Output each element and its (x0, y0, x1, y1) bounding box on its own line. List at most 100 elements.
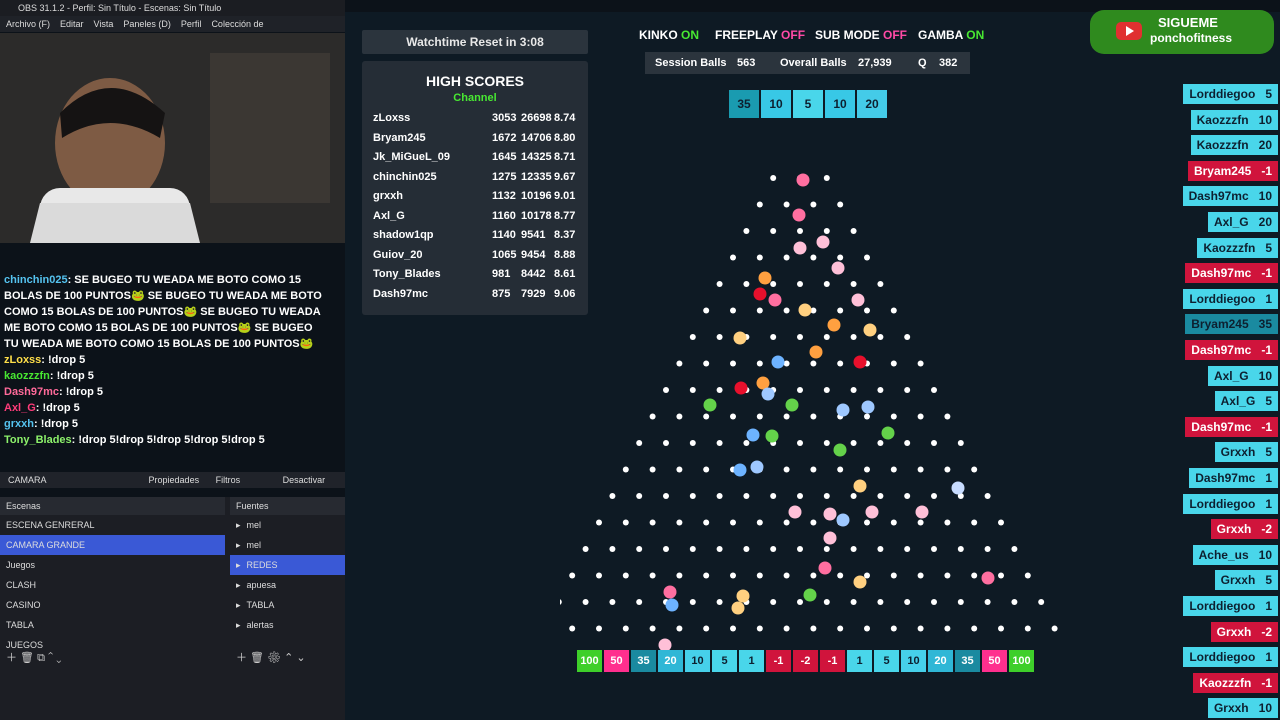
ball (796, 173, 810, 187)
peg (1024, 625, 1031, 632)
ball (736, 589, 750, 603)
feed-user: Kaozzzfn (1196, 112, 1249, 127)
scene-item[interactable]: TABLA (0, 615, 225, 635)
feed-user: Kaozzzfn (1196, 138, 1249, 153)
ball (853, 575, 867, 589)
queue-value: 382 (939, 57, 958, 69)
visibility-icon[interactable]: ▸ (236, 540, 241, 550)
peg (864, 254, 870, 261)
high-scores-panel: HIGH SCORES Channel zLoxss 3053 26698 8.74 B… (362, 61, 588, 315)
score-avg: 8.74 (554, 112, 576, 124)
peg (649, 625, 656, 632)
peg (716, 334, 723, 340)
peg (837, 201, 844, 208)
peg (703, 360, 710, 367)
feed-item: Kaozzzfn -1 (1193, 672, 1278, 693)
peg (890, 572, 897, 579)
menu-item[interactable]: Vista (94, 19, 114, 29)
peg (984, 546, 991, 552)
watchtime-banner: Watchtime Reset in 3:08 (362, 30, 588, 54)
filters-button[interactable]: Filtros (216, 475, 241, 485)
peg (676, 572, 683, 579)
peg (689, 334, 696, 340)
source-item[interactable]: ▸ TABLA (230, 595, 345, 615)
feed-item: Lorddiegoo 1 (1183, 493, 1278, 514)
visibility-icon[interactable]: ▸ (236, 520, 241, 530)
ball (665, 598, 679, 612)
feed-user: Dash97mc (1191, 419, 1252, 434)
ball (803, 588, 817, 602)
feed-item: Lorddiegoo 1 (1183, 647, 1278, 668)
peg (823, 387, 830, 393)
scene-item[interactable]: Juegos (0, 555, 225, 575)
ball (771, 355, 785, 369)
visibility-icon[interactable]: ▸ (236, 600, 241, 610)
deactivate-button[interactable]: Desactivar (283, 475, 326, 485)
peg (904, 387, 911, 393)
chat-message: chinchin025: SE BUGEO TU WEADA ME BOTO C… (0, 272, 330, 352)
properties-button[interactable]: Propiedades (149, 475, 200, 485)
sources-list: ▸ mel ▸ mel ▸ REDES ▸ apuesa ▸ TABLA ▸ alertas (230, 515, 345, 635)
scene-item[interactable]: ESCENA GENRERAL (0, 515, 225, 535)
peg (904, 493, 911, 499)
score-name: Tony_Blades (373, 268, 441, 280)
ball (750, 460, 764, 474)
source-item[interactable]: ▸ mel (230, 535, 345, 555)
source-item[interactable]: ▸ alertas (230, 615, 345, 635)
feed-item: Grxxh -2 (1210, 519, 1278, 540)
peg (944, 519, 951, 526)
peg (756, 519, 763, 526)
bottom-bin: 100 (577, 650, 602, 672)
menu-item[interactable]: Paneles (D) (123, 19, 171, 29)
menu-item[interactable]: Archivo (F) (6, 19, 50, 29)
feed-value: 1 (1265, 496, 1272, 511)
chat-username: Dash97mc (4, 386, 60, 398)
ball (658, 638, 672, 650)
peg (797, 599, 803, 605)
scene-item[interactable]: CLASH (0, 575, 225, 595)
peg (649, 519, 656, 526)
peg (931, 546, 937, 552)
visibility-icon[interactable]: ▸ (236, 580, 241, 590)
chat-text: : !drop 5 (35, 402, 80, 414)
session-balls-label: Session Balls (655, 57, 727, 69)
top-bin: 5 (793, 90, 823, 118)
feed-value: -1 (1261, 675, 1272, 690)
ball (761, 387, 775, 401)
peg (917, 360, 924, 367)
source-item[interactable]: ▸ mel (230, 515, 345, 535)
peg (716, 440, 723, 446)
peg (971, 466, 978, 473)
feed-value: 10 (1258, 701, 1272, 716)
source-label: apuesa (246, 580, 277, 590)
visibility-icon[interactable]: ▸ (236, 620, 241, 630)
score-balls: 26698 (521, 112, 552, 124)
peg (998, 625, 1004, 632)
top-bin: 10 (761, 90, 791, 118)
chat-message: Dash97mc: !drop 5 (0, 384, 330, 400)
visibility-icon[interactable]: ▸ (236, 560, 241, 570)
menu-item[interactable]: Editar (60, 19, 84, 29)
scene-item[interactable]: CASINO (0, 595, 225, 615)
peg (560, 599, 562, 605)
score-row: zLoxss 3053 26698 8.74 (373, 112, 578, 130)
peg (904, 599, 911, 605)
peg (756, 572, 763, 579)
ball (827, 318, 841, 332)
scene-item[interactable]: CAMARA GRANDE (0, 535, 225, 555)
chat-username: chinchin025 (4, 274, 68, 286)
source-item[interactable]: ▸ REDES (230, 555, 345, 575)
score-name: shadow1qp (373, 229, 434, 241)
queue-label: Q (918, 57, 927, 69)
peg (689, 493, 696, 499)
peg (703, 466, 710, 473)
peg (743, 546, 750, 552)
peg (850, 599, 857, 605)
feed-item: Grxxh -2 (1210, 621, 1278, 642)
source-item[interactable]: ▸ apuesa (230, 575, 345, 595)
peg (730, 625, 736, 632)
score-row: Guiov_20 1065 9454 8.88 (373, 249, 578, 267)
menu-item[interactable]: Perfil (181, 19, 202, 29)
peg (850, 334, 857, 340)
peg (676, 519, 683, 526)
